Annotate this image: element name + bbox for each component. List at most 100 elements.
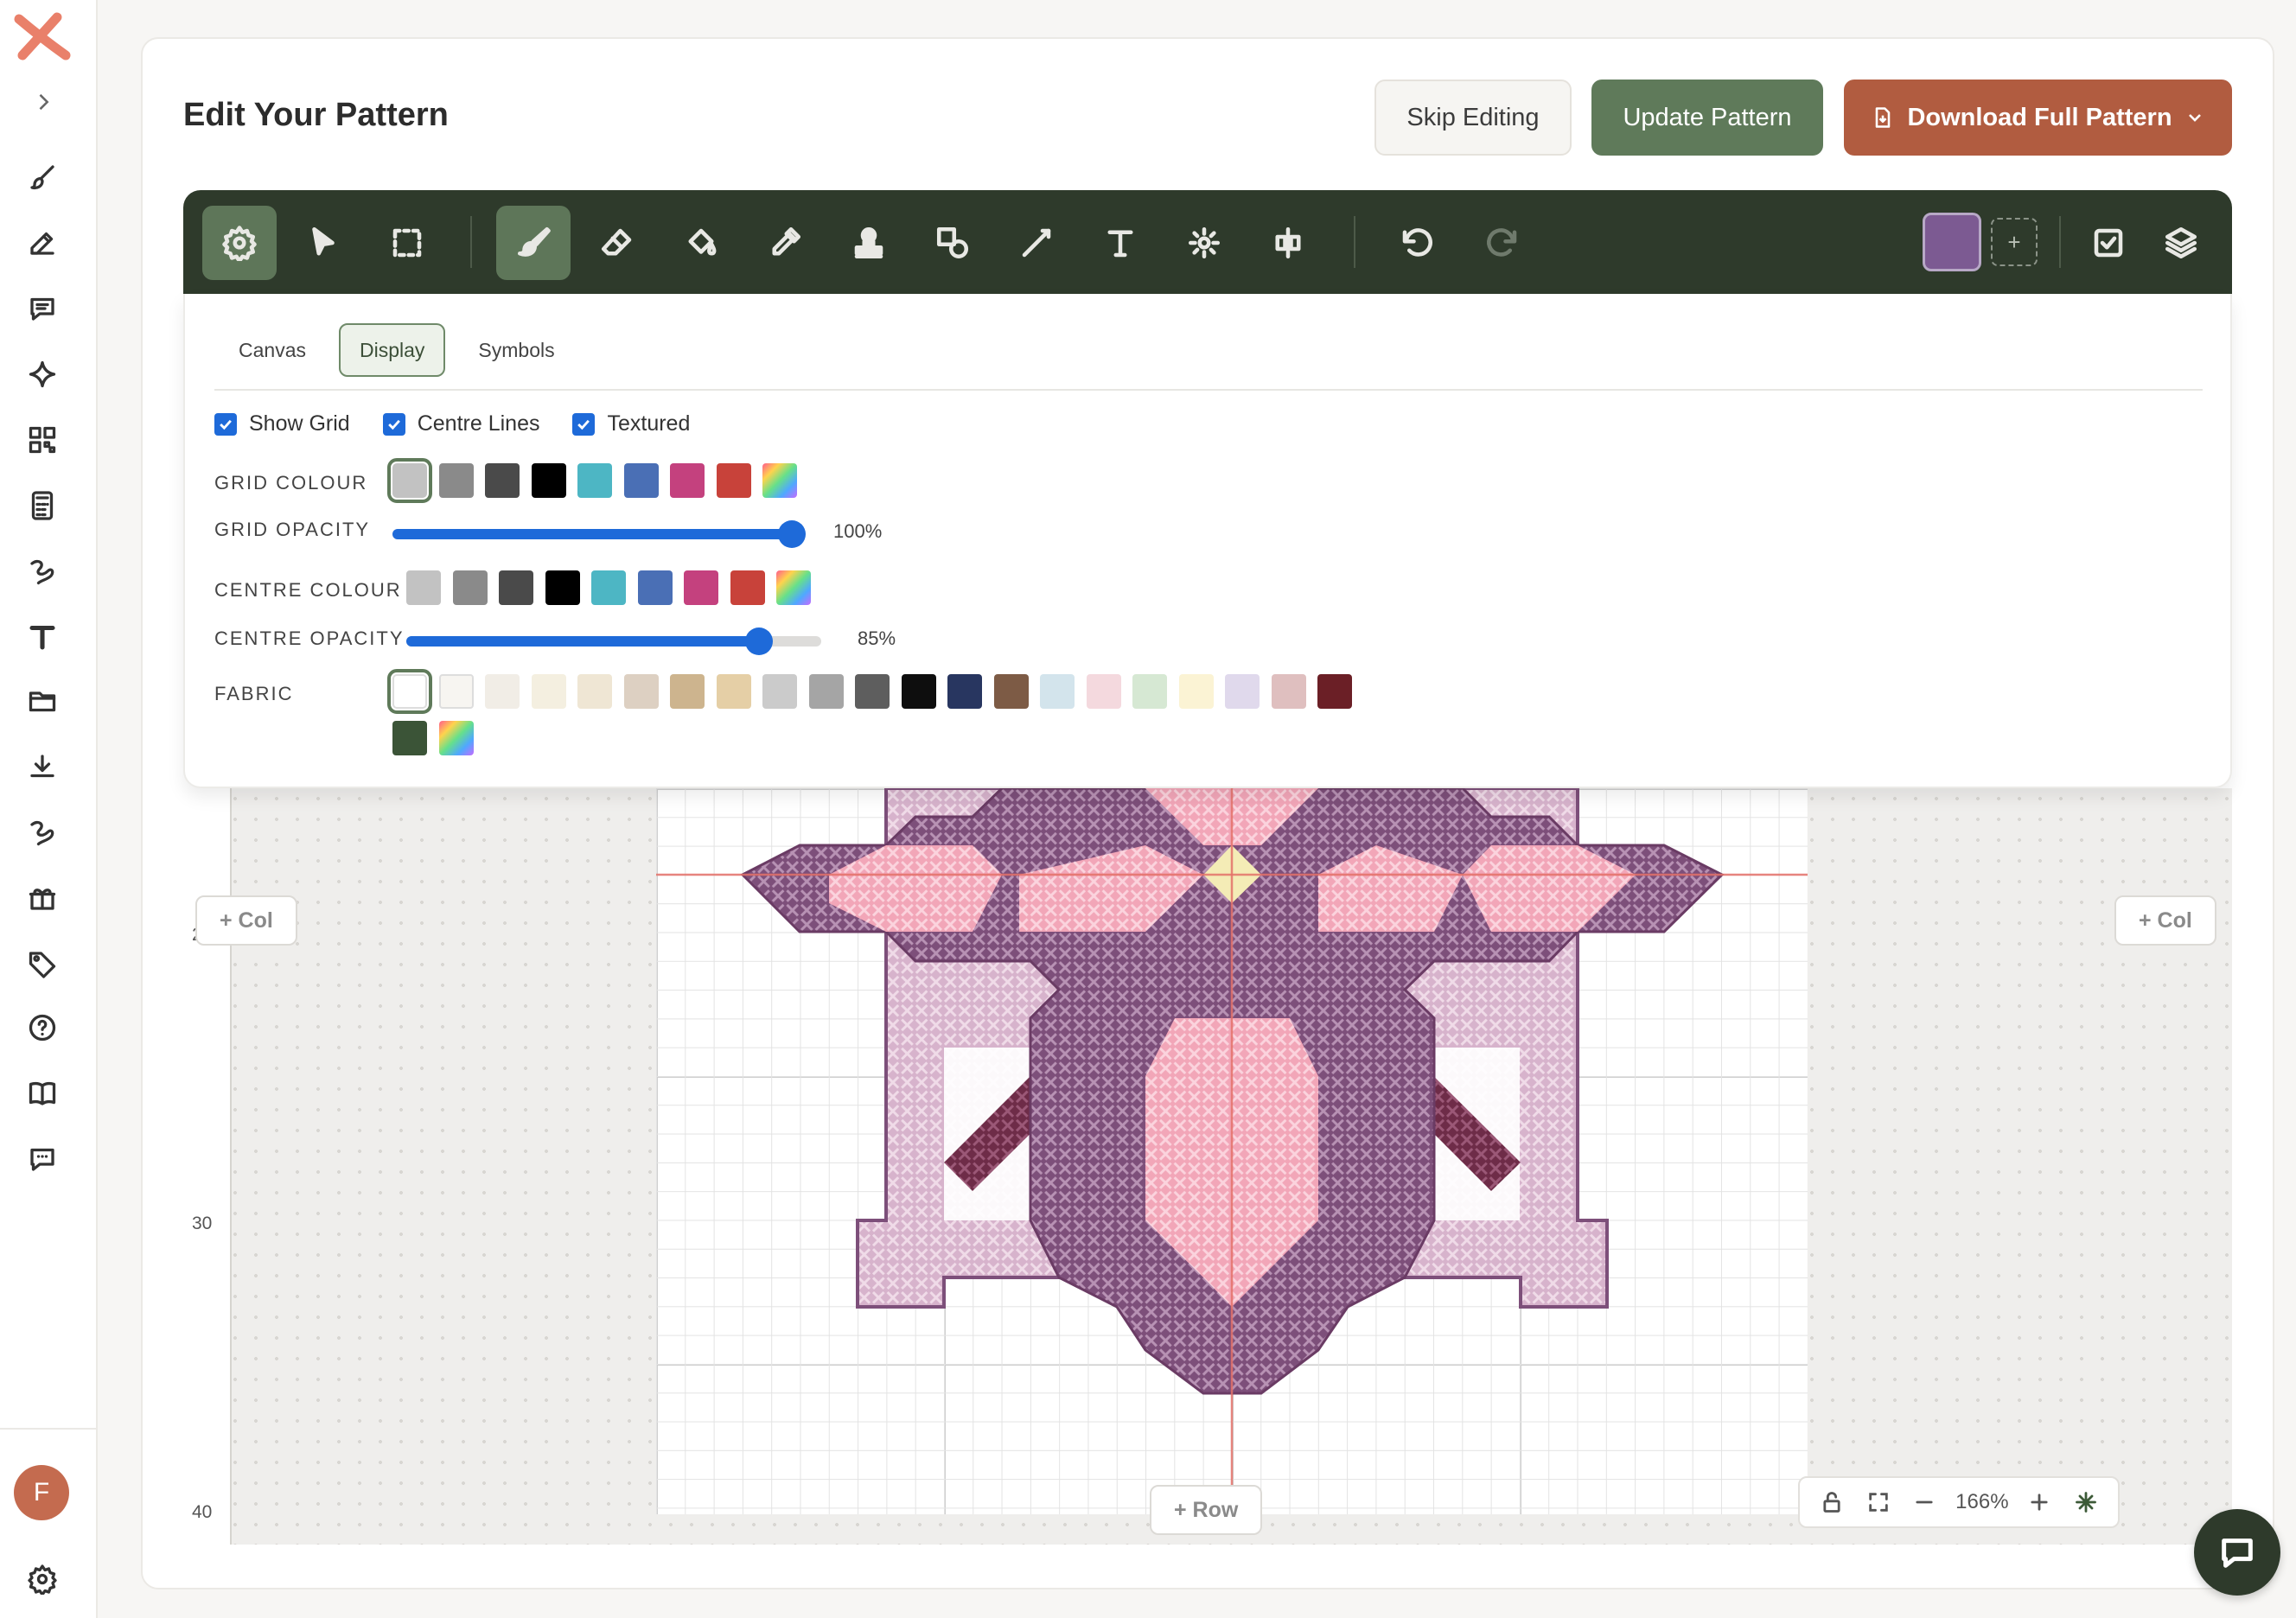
fabric-swatch[interactable] — [392, 721, 427, 755]
comment-icon[interactable] — [22, 289, 62, 328]
pattern-grid[interactable] — [656, 788, 1808, 1514]
folder-icon[interactable] — [22, 681, 62, 721]
centre-colour-swatch[interactable] — [776, 570, 811, 605]
fabric-swatch[interactable] — [670, 674, 705, 709]
fabric-swatch[interactable] — [531, 674, 566, 709]
eyedropper-icon[interactable] — [748, 206, 822, 280]
centre-colour-swatch[interactable] — [452, 570, 488, 605]
fabric-swatch[interactable] — [438, 674, 474, 709]
centre-colour-swatch[interactable] — [730, 570, 765, 605]
update-pattern-button[interactable]: Update Pattern — [1591, 80, 1823, 156]
chat-icon[interactable] — [22, 1139, 62, 1179]
calculator-icon[interactable] — [22, 486, 62, 526]
text-tool-icon[interactable] — [22, 617, 62, 657]
thread-icon[interactable] — [22, 551, 62, 591]
fabric-swatch[interactable] — [1271, 674, 1306, 709]
tag-icon[interactable] — [22, 944, 62, 984]
avatar[interactable]: F — [14, 1465, 69, 1520]
fabric-swatch[interactable] — [1225, 674, 1260, 709]
fabric-swatch[interactable] — [623, 674, 659, 709]
text-icon[interactable] — [1083, 206, 1158, 280]
fabric-swatch[interactable] — [1317, 674, 1352, 709]
checklist-icon[interactable] — [2071, 206, 2146, 280]
undo-icon[interactable] — [1380, 206, 1454, 280]
cross-stitch-pattern[interactable] — [656, 788, 1808, 1514]
centre-star-icon[interactable] — [2070, 1487, 2101, 1518]
grid-colour-swatch[interactable] — [577, 463, 612, 498]
qr-icon[interactable] — [22, 420, 62, 460]
tab-display[interactable]: Display — [338, 323, 446, 377]
grid-colour-swatch[interactable] — [438, 463, 474, 498]
backstitch-sun-icon[interactable] — [1167, 206, 1241, 280]
redo-icon[interactable] — [1465, 206, 1540, 280]
fill-bucket-icon[interactable] — [664, 206, 738, 280]
edit-icon[interactable] — [22, 223, 62, 263]
fabric-swatch[interactable] — [993, 674, 1029, 709]
fabric-swatch[interactable] — [901, 674, 936, 709]
grid-opacity-slider[interactable] — [392, 520, 806, 548]
add-column-left-button[interactable]: + Col — [195, 895, 297, 946]
fabric-swatch[interactable] — [485, 674, 520, 709]
grid-colour-swatch[interactable] — [762, 463, 797, 498]
fabric-swatch[interactable] — [387, 669, 432, 714]
shapes-icon[interactable] — [915, 206, 990, 280]
tab-canvas[interactable]: Canvas — [220, 323, 325, 377]
centre-colour-swatch[interactable] — [591, 570, 626, 605]
app-logo[interactable] — [12, 12, 71, 61]
chat-support-button[interactable] — [2194, 1509, 2280, 1596]
zoom-out-icon[interactable] — [1909, 1487, 1940, 1518]
fabric-swatch[interactable] — [1178, 674, 1214, 709]
grid-colour-swatch[interactable] — [485, 463, 520, 498]
lock-icon[interactable] — [1816, 1487, 1847, 1518]
settings-tool-gear-icon[interactable] — [202, 206, 277, 280]
settings-gear-icon[interactable] — [22, 1559, 62, 1599]
help-icon[interactable] — [22, 1008, 62, 1048]
marquee-select-icon[interactable] — [370, 206, 444, 280]
centre-opacity-thumb[interactable] — [745, 627, 773, 655]
add-column-right-button[interactable]: + Col — [2114, 895, 2216, 946]
grid-colour-swatch[interactable] — [387, 458, 432, 503]
brush-tool-icon[interactable] — [496, 206, 571, 280]
grid-colour-swatch[interactable] — [670, 463, 705, 498]
centre-colour-swatch[interactable] — [406, 570, 441, 605]
centre-colour-swatch[interactable] — [545, 570, 580, 605]
layers-icon[interactable] — [2144, 206, 2218, 280]
centre-colour-swatch[interactable] — [499, 570, 533, 605]
grid-opacity-thumb[interactable] — [778, 520, 806, 548]
fabric-swatch[interactable] — [438, 721, 474, 755]
centre-opacity-slider[interactable] — [406, 627, 821, 655]
skip-editing-button[interactable]: Skip Editing — [1374, 80, 1572, 156]
book-icon[interactable] — [22, 1073, 62, 1113]
textured-checkbox[interactable]: Textured — [572, 411, 690, 436]
select-pointer-icon[interactable] — [286, 206, 360, 280]
centre-colour-swatch[interactable] — [684, 570, 718, 605]
sparkle-icon[interactable] — [22, 354, 62, 394]
tab-symbols[interactable]: Symbols — [459, 323, 573, 377]
fabric-swatch[interactable] — [716, 674, 751, 709]
fabric-swatch[interactable] — [855, 674, 890, 709]
expand-sidebar-chevron-icon[interactable] — [26, 85, 61, 119]
grid-colour-swatch[interactable] — [716, 463, 751, 498]
stamp-icon[interactable] — [832, 206, 906, 280]
download-icon[interactable] — [22, 747, 62, 787]
download-full-pattern-button[interactable]: Download Full Pattern — [1844, 80, 2232, 156]
brush-icon[interactable] — [22, 157, 62, 197]
add-color-button[interactable]: + — [1991, 218, 2038, 266]
fabric-swatch[interactable] — [1040, 674, 1075, 709]
show-grid-checkbox[interactable]: Show Grid — [214, 411, 350, 436]
eraser-icon[interactable] — [580, 206, 654, 280]
grid-colour-swatch[interactable] — [531, 463, 566, 498]
current-color-swatch[interactable] — [1923, 213, 1981, 271]
fabric-swatch[interactable] — [947, 674, 982, 709]
fabric-swatch[interactable] — [1132, 674, 1167, 709]
gift-icon[interactable] — [22, 878, 62, 918]
thread-icon[interactable] — [22, 812, 62, 852]
fabric-swatch[interactable] — [808, 674, 844, 709]
grid-colour-swatch[interactable] — [623, 463, 659, 498]
fit-screen-icon[interactable] — [1863, 1487, 1894, 1518]
zoom-in-icon[interactable] — [2024, 1487, 2055, 1518]
fabric-swatch[interactable] — [762, 674, 797, 709]
centre-lines-checkbox[interactable]: Centre Lines — [382, 411, 539, 436]
fabric-swatch[interactable] — [577, 674, 612, 709]
line-tool-icon[interactable] — [999, 206, 1074, 280]
